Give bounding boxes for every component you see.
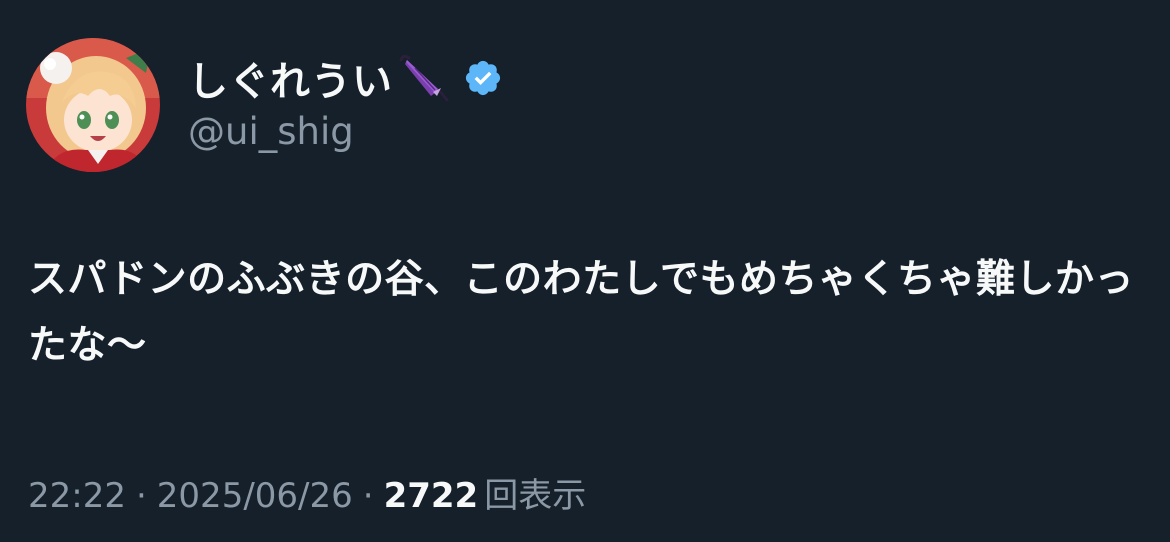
avatar[interactable] (26, 38, 160, 172)
avatar-illustration (26, 38, 160, 172)
verified-badge-icon[interactable] (463, 58, 503, 98)
tweet-time[interactable]: 22:22 (28, 476, 126, 516)
meta-separator: · (362, 476, 374, 516)
display-name[interactable]: しぐれうい (188, 49, 393, 107)
tweet-date[interactable]: 2025/06/26 (157, 476, 353, 516)
user-handle[interactable]: @ui_shig (188, 110, 354, 153)
umbrella-icon (395, 50, 457, 106)
tweet-meta: 22:22 · 2025/06/26 · 2722 回表示 (28, 468, 586, 517)
views-count[interactable]: 2722 (384, 476, 479, 516)
name-row: しぐれうい (188, 50, 503, 106)
tweet-text: スパドンのふぶきの谷、このわたしでもめちゃくちゃ難しかったな〜 (28, 257, 1135, 368)
tweet-detail: しぐれうい @ui_shig スパドンのふぶきの谷、このわたしでもめちゃくちゃ難… (0, 0, 1170, 542)
views-label: 回表示 (484, 476, 587, 516)
meta-separator: · (135, 476, 147, 516)
